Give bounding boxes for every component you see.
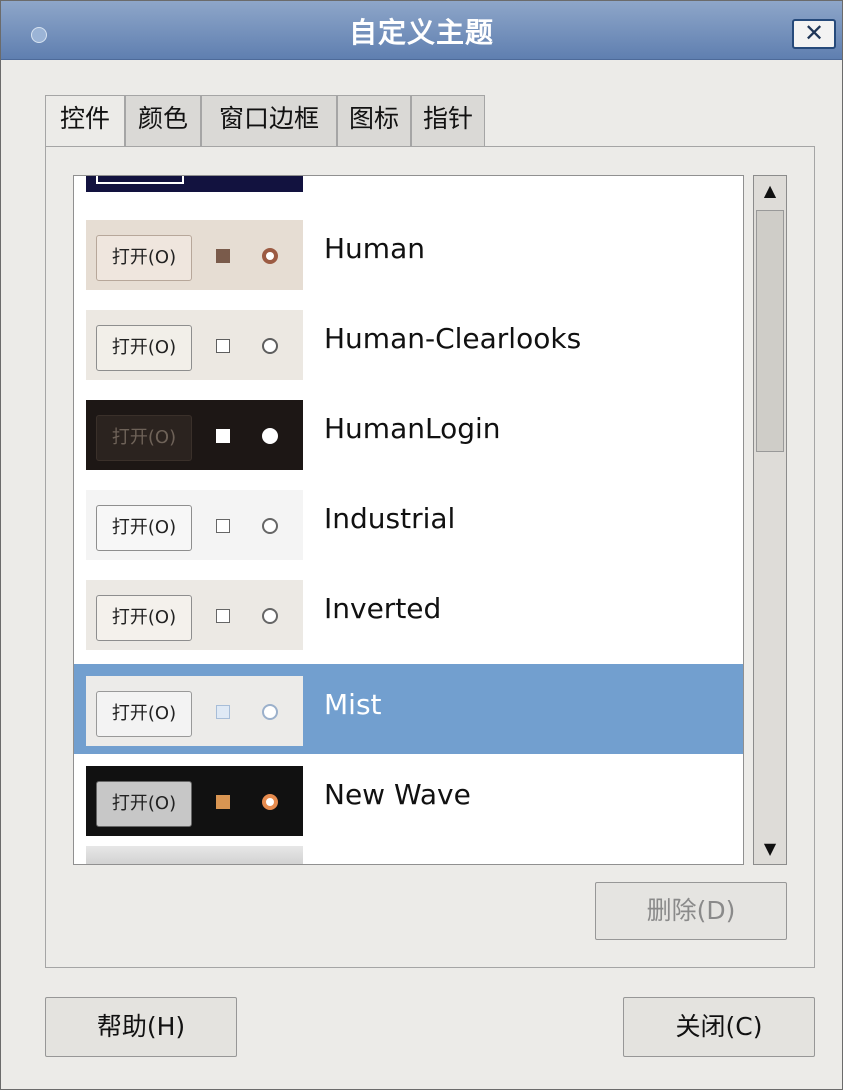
check-icon: [216, 609, 230, 623]
theme-dialog-window: 自定义主题 ✕ 控件 颜色 窗口边框 图标 指针 打开(O) Human 打开(…: [0, 0, 843, 1090]
preview-button: 打开(O): [96, 505, 192, 551]
scroll-thumb[interactable]: [756, 210, 784, 452]
close-window-button[interactable]: ✕: [792, 19, 836, 49]
theme-preview-humanlogin: 打开(O): [86, 400, 303, 470]
radio-icon: [262, 248, 278, 264]
theme-preview-inverted: 打开(O): [86, 580, 303, 650]
theme-name: Human: [324, 232, 425, 265]
list-item[interactable]: 打开(O) New Wave: [74, 754, 743, 844]
tab-pointers[interactable]: 指针: [411, 95, 485, 147]
preview-button: 打开(O): [96, 691, 192, 737]
check-icon: [216, 339, 230, 353]
theme-preview-human: 打开(O): [86, 220, 303, 290]
preview-button: 打开(O): [96, 235, 192, 281]
preview-button: 打开(O): [96, 325, 192, 371]
list-item[interactable]: 打开(O) Human-Clearlooks: [74, 298, 743, 388]
preview-button-fragment: [96, 176, 184, 184]
tab-icons[interactable]: 图标: [337, 95, 411, 147]
theme-preview-industrial: 打开(O): [86, 490, 303, 560]
theme-name: New Wave: [324, 778, 471, 811]
preview-button: 打开(O): [96, 781, 192, 827]
list-preview-partial: [86, 176, 303, 192]
close-button[interactable]: 关闭(C): [623, 997, 815, 1057]
list-item[interactable]: 打开(O) Human: [74, 208, 743, 298]
theme-name: Human-Clearlooks: [324, 322, 582, 355]
radio-icon: [262, 608, 278, 624]
check-icon: [216, 429, 230, 443]
tab-controls[interactable]: 控件: [45, 95, 125, 149]
theme-name: Mist: [324, 688, 382, 721]
radio-icon: [262, 428, 278, 444]
theme-preview-mist: 打开(O): [86, 676, 303, 746]
check-icon: [216, 705, 230, 719]
scroll-down-button[interactable]: ▼: [754, 834, 786, 864]
scroll-up-button[interactable]: ▲: [754, 176, 786, 206]
theme-name: Inverted: [324, 592, 442, 625]
theme-preview-human-clearlooks: 打开(O): [86, 310, 303, 380]
list-preview-partial-bottom: [86, 846, 303, 864]
list-item[interactable]: 打开(O) Inverted: [74, 568, 743, 658]
theme-list[interactable]: 打开(O) Human 打开(O) Human-Clearlooks 打开(O)…: [73, 175, 744, 865]
list-item[interactable]: 打开(O) Mist: [74, 664, 743, 754]
theme-name: Industrial: [324, 502, 456, 535]
window-title: 自定义主题: [348, 16, 494, 49]
help-button[interactable]: 帮助(H): [45, 997, 237, 1057]
preview-button: 打开(O): [96, 595, 192, 641]
preview-button: 打开(O): [96, 415, 192, 461]
tab-colors[interactable]: 颜色: [125, 95, 201, 147]
list-item[interactable]: 打开(O) Industrial: [74, 478, 743, 568]
list-item[interactable]: 打开(O) HumanLogin: [74, 388, 743, 478]
radio-icon: [262, 704, 278, 720]
titlebar: 自定义主题 ✕: [1, 1, 842, 60]
check-icon: [216, 795, 230, 809]
vertical-scrollbar[interactable]: ▲ ▼: [753, 175, 787, 865]
tab-window-borders[interactable]: 窗口边框: [201, 95, 337, 147]
check-icon: [216, 519, 230, 533]
radio-icon: [262, 794, 278, 810]
theme-preview-new-wave: 打开(O): [86, 766, 303, 836]
check-icon: [216, 249, 230, 263]
radio-icon: [262, 338, 278, 354]
delete-button[interactable]: 删除(D): [595, 882, 787, 940]
theme-name: HumanLogin: [324, 412, 501, 445]
radio-icon: [262, 518, 278, 534]
